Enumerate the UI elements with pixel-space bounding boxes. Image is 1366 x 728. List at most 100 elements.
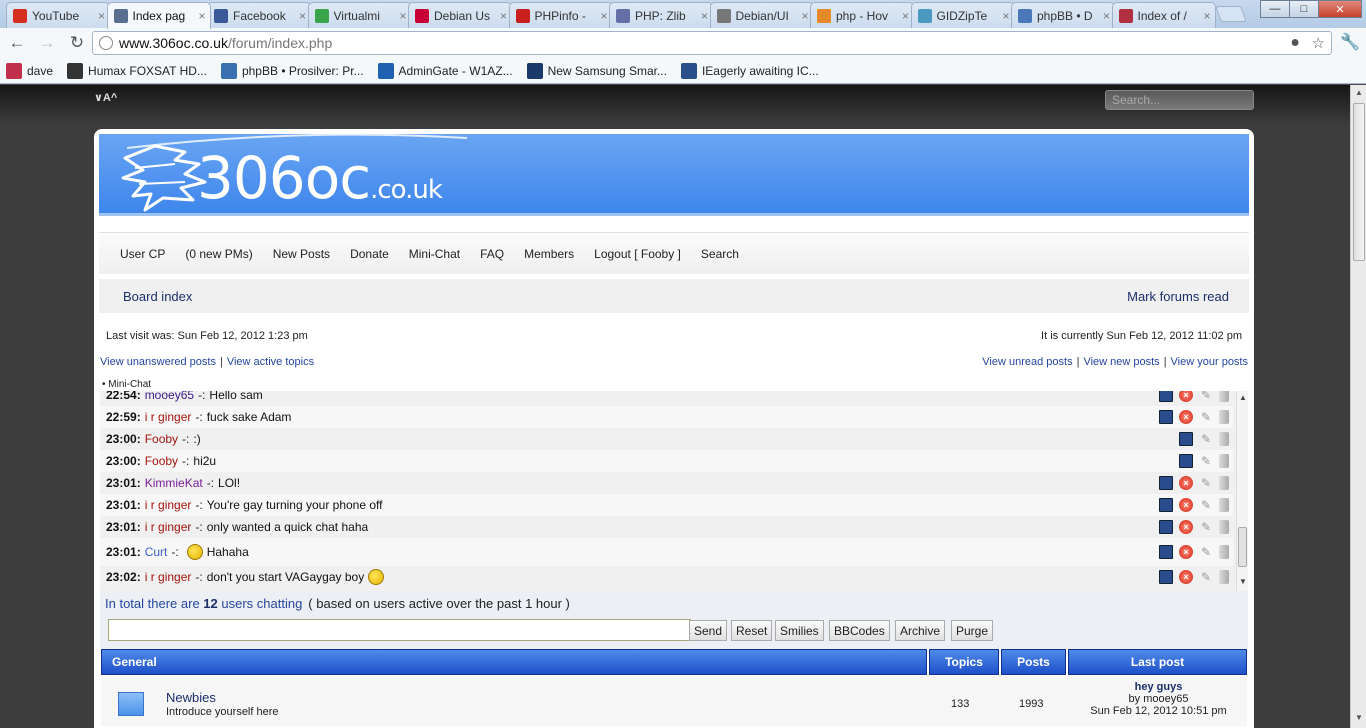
delete-icon[interactable] [1219, 391, 1229, 402]
chat-scroll-thumb[interactable] [1238, 527, 1247, 567]
edit-icon[interactable]: ✎ [1199, 498, 1213, 512]
ip-lookup-icon[interactable] [1179, 454, 1193, 468]
chat-username[interactable]: Curt [145, 545, 168, 559]
ban-icon[interactable]: × [1179, 410, 1193, 424]
edit-icon[interactable]: ✎ [1199, 391, 1213, 402]
chat-username[interactable]: i r ginger [145, 410, 192, 424]
tab-close-icon[interactable]: × [198, 9, 205, 23]
nav-link[interactable]: Logout [ Fooby ] [594, 247, 681, 261]
ban-icon[interactable]: × [1179, 520, 1193, 534]
delete-icon[interactable] [1219, 570, 1229, 584]
tab-close-icon[interactable]: × [801, 9, 808, 23]
ban-icon[interactable]: × [1179, 476, 1193, 490]
delete-icon[interactable] [1219, 432, 1229, 446]
lightbulb-icon[interactable]: ⚫ [1289, 35, 1302, 52]
font-size-links[interactable]: ∨A^ [94, 91, 117, 104]
delete-icon[interactable] [1219, 410, 1229, 424]
quick-link[interactable]: View active topics [227, 356, 314, 368]
chat-username[interactable]: Fooby [145, 454, 178, 468]
browser-tab[interactable]: phpBB • D × [1011, 2, 1115, 28]
chat-message-input[interactable] [108, 619, 691, 641]
close-window-button[interactable]: ✕ [1318, 0, 1362, 18]
forward-button[interactable]: → [34, 30, 60, 56]
browser-tab[interactable]: Index pag × [106, 2, 211, 29]
chat-reset-button[interactable]: Reset [731, 620, 773, 641]
edit-icon[interactable]: ✎ [1199, 454, 1213, 468]
page-scroll-down-icon[interactable]: ▼ [1353, 713, 1365, 725]
tab-close-icon[interactable]: × [902, 9, 909, 23]
category-title[interactable]: General [101, 649, 927, 675]
nav-link[interactable]: User CP [120, 247, 165, 261]
tab-close-icon[interactable]: × [299, 9, 306, 23]
ip-lookup-icon[interactable] [1159, 570, 1173, 584]
quick-link[interactable]: View new posts [1083, 356, 1159, 368]
ip-lookup-icon[interactable] [1159, 520, 1173, 534]
nav-link[interactable]: Search [701, 247, 739, 261]
chat-purge-button[interactable]: Purge [951, 620, 994, 641]
edit-icon[interactable]: ✎ [1199, 432, 1213, 446]
chat-username[interactable]: i r ginger [145, 498, 192, 512]
chat-scroll-up-icon[interactable]: ▲ [1238, 393, 1248, 402]
browser-tab[interactable]: GIDZipTe × [910, 2, 1015, 28]
bookmark-item[interactable]: Humax FOXSAT HD... [67, 62, 207, 79]
browser-tab[interactable]: PHP: Zlib × [609, 2, 713, 28]
delete-icon[interactable] [1219, 454, 1229, 468]
ip-lookup-icon[interactable] [1159, 545, 1173, 559]
nav-link[interactable]: (0 new PMs) [185, 247, 252, 261]
browser-tab[interactable]: php - Hov × [810, 2, 914, 28]
browser-tab[interactable]: Virtualmi × [307, 2, 412, 28]
ip-lookup-icon[interactable] [1159, 476, 1173, 490]
maximize-button[interactable]: □ [1289, 0, 1319, 18]
edit-icon[interactable]: ✎ [1199, 520, 1213, 534]
quick-link[interactable]: View unread posts [982, 356, 1072, 368]
nav-link[interactable]: FAQ [480, 247, 504, 261]
browser-tab[interactable]: PHPinfo - × [508, 2, 613, 28]
edit-icon[interactable]: ✎ [1199, 545, 1213, 559]
browser-tab[interactable]: YouTube × [6, 2, 110, 28]
ban-icon[interactable]: × [1179, 570, 1193, 584]
minimize-button[interactable]: — [1260, 0, 1290, 18]
chat-scroll-down-icon[interactable]: ▼ [1238, 577, 1248, 586]
edit-icon[interactable]: ✎ [1199, 476, 1213, 490]
bookmark-item[interactable]: dave [6, 62, 53, 79]
chat-bbcodes-button[interactable]: BBCodes [829, 620, 890, 641]
chat-username[interactable]: mooey65 [145, 391, 194, 402]
back-button[interactable]: ← [4, 30, 30, 56]
ip-lookup-icon[interactable] [1179, 432, 1193, 446]
chat-send-button[interactable]: Send [689, 620, 728, 641]
reload-button[interactable]: ↻ [64, 30, 90, 56]
delete-icon[interactable] [1219, 476, 1229, 490]
edit-icon[interactable]: ✎ [1199, 570, 1213, 584]
new-tab-button[interactable] [1215, 6, 1247, 22]
chat-username[interactable]: Fooby [145, 432, 178, 446]
chat-smilies-button[interactable]: Smilies [775, 620, 824, 641]
bookmark-item[interactable]: phpBB • Prosilver: Pr... [220, 62, 364, 79]
ban-icon[interactable]: × [1179, 391, 1193, 402]
star-icon[interactable]: ☆ [1312, 35, 1325, 52]
site-logo[interactable]: 306oc.co.uk [197, 144, 443, 212]
quick-link[interactable]: View your posts [1171, 356, 1248, 368]
bookmark-item[interactable]: IEagerly awaiting IC... [680, 62, 819, 79]
page-scroll-thumb[interactable] [1353, 103, 1365, 261]
browser-tab[interactable]: Facebook × [207, 2, 311, 28]
bookmark-item[interactable]: New Samsung Smar... [526, 62, 667, 79]
tab-close-icon[interactable]: × [600, 9, 607, 23]
address-bar[interactable]: www.306oc.co.uk/forum/index.php ⚫ ☆ [92, 31, 1332, 55]
chat-username[interactable]: i r ginger [145, 520, 192, 534]
tab-close-icon[interactable]: × [1103, 9, 1110, 23]
delete-icon[interactable] [1219, 545, 1229, 559]
tab-close-icon[interactable]: × [399, 9, 406, 23]
ban-icon[interactable]: × [1179, 498, 1193, 512]
delete-icon[interactable] [1219, 498, 1229, 512]
ip-lookup-icon[interactable] [1159, 391, 1173, 402]
wrench-icon[interactable]: 🔧 [1340, 32, 1360, 52]
nav-link[interactable]: New Posts [273, 247, 330, 261]
chat-archive-button[interactable]: Archive [895, 620, 946, 641]
browser-tab[interactable]: Index of / × [1111, 2, 1216, 28]
last-post-author[interactable]: by mooey65 [1071, 693, 1246, 705]
page-scroll-up-icon[interactable]: ▲ [1353, 88, 1365, 100]
edit-icon[interactable]: ✎ [1199, 410, 1213, 424]
tab-close-icon[interactable]: × [1002, 9, 1009, 23]
page-scrollbar[interactable]: ▲ ▼ [1350, 85, 1366, 728]
chat-username[interactable]: i r ginger [145, 570, 192, 584]
